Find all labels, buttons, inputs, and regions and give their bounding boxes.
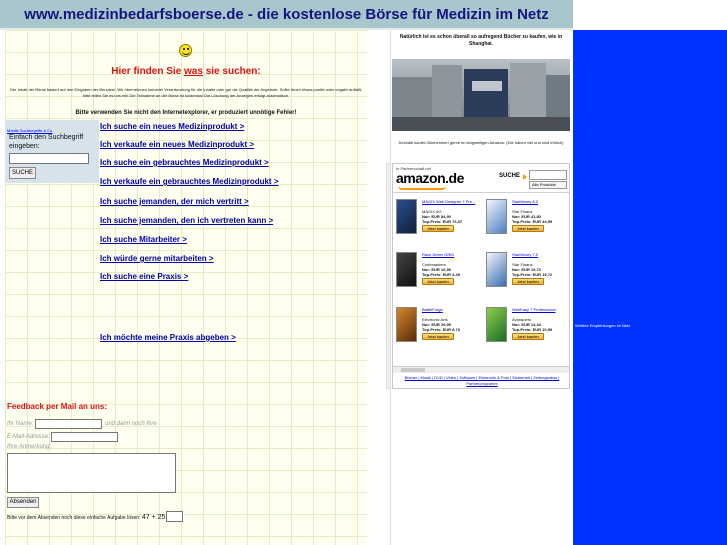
amazon-divider [393,192,569,193]
search-button[interactable]: SUCHE [9,167,36,179]
feedback-note-textarea[interactable] [7,453,176,493]
shanghai-photo [392,59,570,131]
amazon-category-links[interactable]: Bücher | Musik | DVD | Video | Software … [397,375,567,387]
top-right-blank [573,0,727,30]
product-top-price: Top-Preis: EUR 8,70 [422,327,460,332]
feedback-name-suffix: und dann noch Ihre [105,421,157,427]
product-buy-button[interactable]: Jetzt kaufen [512,225,544,232]
search-label: Einfach den Suchbegriff eingeben: [9,134,84,150]
amazon-logo-tld: .de [445,170,464,186]
menu-link-search-representative[interactable]: Ich suche jemanden, der mich vertritt > [100,197,249,206]
product-buy-button[interactable]: Jetzt kaufen [422,225,454,232]
product-name[interactable]: BattleForge [422,307,480,312]
product-buy-button[interactable]: Jetzt kaufen [512,278,544,285]
amazon-arrow-icon [523,174,527,180]
smiley-icon [179,44,192,57]
menu-link-represent-someone[interactable]: Ich suche jemanden, den ich vertreten ka… [100,216,273,225]
amazon-product[interactable]: StarMoney 7.0 Star Finanz Nur: EUR 19,72… [486,252,571,308]
product-top-price: Top-Preis: EUR 34,99 [512,219,553,224]
right-sidebar [573,30,727,545]
feedback-name-label: Ihr Name: [7,421,34,427]
amazon-search-label: SUCHE [499,173,521,179]
product-image[interactable] [486,307,507,342]
feedback-name-input[interactable] [35,419,102,429]
amazon-category-select[interactable]: Alle Produkte [529,181,567,189]
search-box: Mobile Suchbegriffe & Co Einfach den Suc… [5,120,99,183]
product-buy-button[interactable]: Jetzt kaufen [422,278,454,285]
feedback-send-button[interactable]: Absenden [7,497,39,508]
product-image[interactable] [396,252,417,287]
ad-vertical-scrollbar[interactable] [386,163,391,389]
feedback-captcha: Bitte vor dem Absenden noch diese einfac… [7,514,171,521]
amazon-widget: In Partnerschaft mit amazon.de SUCHE All… [392,163,570,389]
product-image[interactable] [486,199,507,234]
site-title: www.medizinbedarfsboerse.de - die kosten… [24,6,549,23]
feedback-email-label: E-Mail-Adresse: [7,434,50,440]
amazon-product[interactable]: MAGIX Web Designer 7 Pre... MAGIX AG Nur… [396,199,481,255]
product-name[interactable]: StarMoney 8.0 [512,199,570,204]
menu-link-give-up-practice[interactable]: Ich möchte meine Praxis abgeben > [100,333,236,342]
product-image[interactable] [486,252,507,287]
site-header: www.medizinbedarfsboerse.de - die kosten… [0,0,573,30]
ad-text-shanghai: Natürlich ist es schon überall so aufreg… [399,34,563,47]
product-buy-button[interactable]: Jetzt kaufen [422,333,454,340]
feedback-captcha-input[interactable] [166,511,183,522]
amazon-smile-icon [398,186,446,190]
product-name[interactable]: WebEasy 7 Professional [512,307,570,312]
product-top-price: Top-Preis: EUR 3,49 [422,272,460,277]
right-sidebar-text: Weitere Empfehlungen im Netz [575,323,631,328]
product-name[interactable]: StarMoney 7.0 [512,252,570,257]
product-image[interactable] [396,307,417,342]
browser-note: Bitte verwenden Sie nicht den Internetex… [75,110,297,116]
amazon-product[interactable]: Race Driver GRID Codemasters Nur: EUR 10… [396,252,481,308]
menu-link-search-staff[interactable]: Ich suche Mitarbeiter > [100,235,187,244]
feedback-email-input[interactable] [51,432,118,442]
menu-link-search-new[interactable]: Ich suche ein neues Medizinprodukt > [100,122,244,131]
menu-link-search-used[interactable]: Ich suche ein gebrauchtes Medizinprodukt… [100,158,269,167]
product-top-price: Top-Preis: EUR 76,37 [422,219,463,224]
amazon-search-input[interactable] [529,170,567,180]
feedback-captcha-text: Bitte vor dem Absenden noch diese einfac… [7,515,141,521]
amazon-product[interactable]: WebEasy 7 Professional Avanquest Nur: EU… [486,307,571,363]
product-name[interactable]: Race Driver GRID [422,252,480,257]
product-image[interactable] [396,199,417,234]
scrollbar-thumb[interactable] [401,368,425,372]
menu-link-search-practice[interactable]: Ich suche eine Praxis > [100,272,188,281]
product-name[interactable]: MAGIX Web Designer 7 Pre... [422,199,480,204]
product-top-price: Top-Preis: EUR 10,99 [512,327,553,332]
page-headline: Hier finden Sie was sie suchen: [111,66,261,77]
amazon-logo-text: amazon [396,170,446,186]
menu-link-want-to-work[interactable]: Ich würde gerne mitarbeiten > [100,254,214,263]
feedback-note-label: Ihre Anmerkung: [7,444,52,450]
amazon-product[interactable]: BattleForge Electronic Arts Nur: EUR 29,… [396,307,481,363]
ad-text-amazon: Deshalb kaufen Büchershen gerne im langw… [398,140,564,145]
menu-link-sell-new[interactable]: Ich verkaufe ein neues Medizinprodukt > [100,140,254,149]
disclaimer-text: Der Inhalt der Börse basiert auf den Ein… [10,87,362,98]
amazon-logo[interactable]: amazon.de [396,170,464,186]
search-input[interactable] [9,153,89,164]
menu-link-sell-used[interactable]: Ich verkaufe ein gebrauchtes Medizinprod… [100,177,279,186]
feedback-title: Feedback per Mail an uns: [7,402,108,411]
product-top-price: Top-Preis: EUR 19,72 [512,272,553,277]
amazon-product[interactable]: StarMoney 8.0 Star Finanz Nur: EUR 41,80… [486,199,571,255]
product-buy-button[interactable]: Jetzt kaufen [512,333,544,340]
amazon-horizontal-scrollbar[interactable] [393,366,569,373]
